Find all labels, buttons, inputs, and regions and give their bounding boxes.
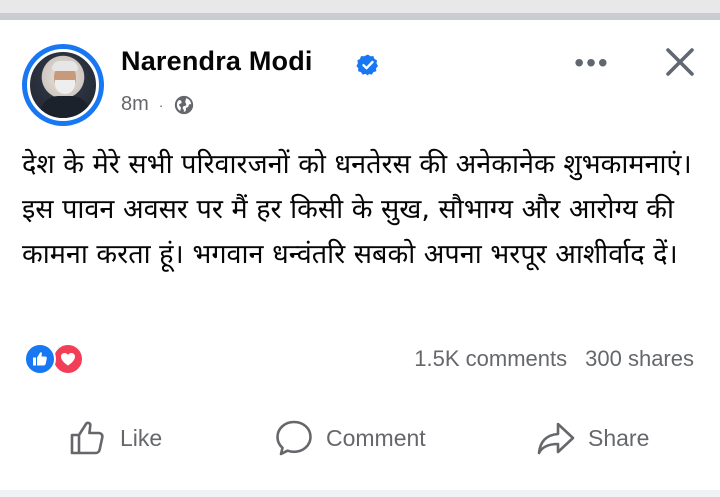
comments-count[interactable]: 1.5K comments xyxy=(414,346,567,372)
share-button[interactable]: Share xyxy=(536,415,649,461)
like-reaction-icon xyxy=(24,343,56,375)
thumbs-up-icon xyxy=(70,421,104,455)
like-button[interactable]: Like xyxy=(68,415,162,461)
post-meta: 8m · xyxy=(121,93,195,116)
share-arrow-icon xyxy=(537,422,575,455)
engagement-stats: 1.5K comments 300 shares xyxy=(414,346,694,372)
share-label: Share xyxy=(588,424,650,451)
meta-separator: · xyxy=(158,96,164,113)
like-label: Like xyxy=(120,424,163,451)
verified-badge-icon xyxy=(356,54,378,76)
bottom-divider xyxy=(0,490,720,497)
top-divider xyxy=(0,0,720,20)
author-name[interactable]: Narendra Modi xyxy=(121,46,313,77)
author-avatar[interactable] xyxy=(22,44,104,126)
post-text: देश के मेरे सभी परिवारजनों को धनतेरस की … xyxy=(22,149,692,270)
comment-label: Comment xyxy=(326,424,426,451)
more-options-icon[interactable]: ••• xyxy=(570,47,614,78)
action-bar: Like Comment Share xyxy=(0,415,720,461)
post-time[interactable]: 8m xyxy=(121,93,149,116)
post-card: Narendra Modi 8m · ••• देश के मेरे सभी प… xyxy=(0,20,720,497)
comment-bubble-icon xyxy=(276,420,312,456)
globe-icon[interactable] xyxy=(173,94,195,116)
close-icon[interactable] xyxy=(660,42,700,82)
reaction-icons[interactable] xyxy=(24,343,90,377)
love-reaction-icon xyxy=(52,343,84,375)
avatar-photo xyxy=(27,49,99,121)
shares-count[interactable]: 300 shares xyxy=(585,346,694,372)
comment-button[interactable]: Comment xyxy=(274,415,426,461)
